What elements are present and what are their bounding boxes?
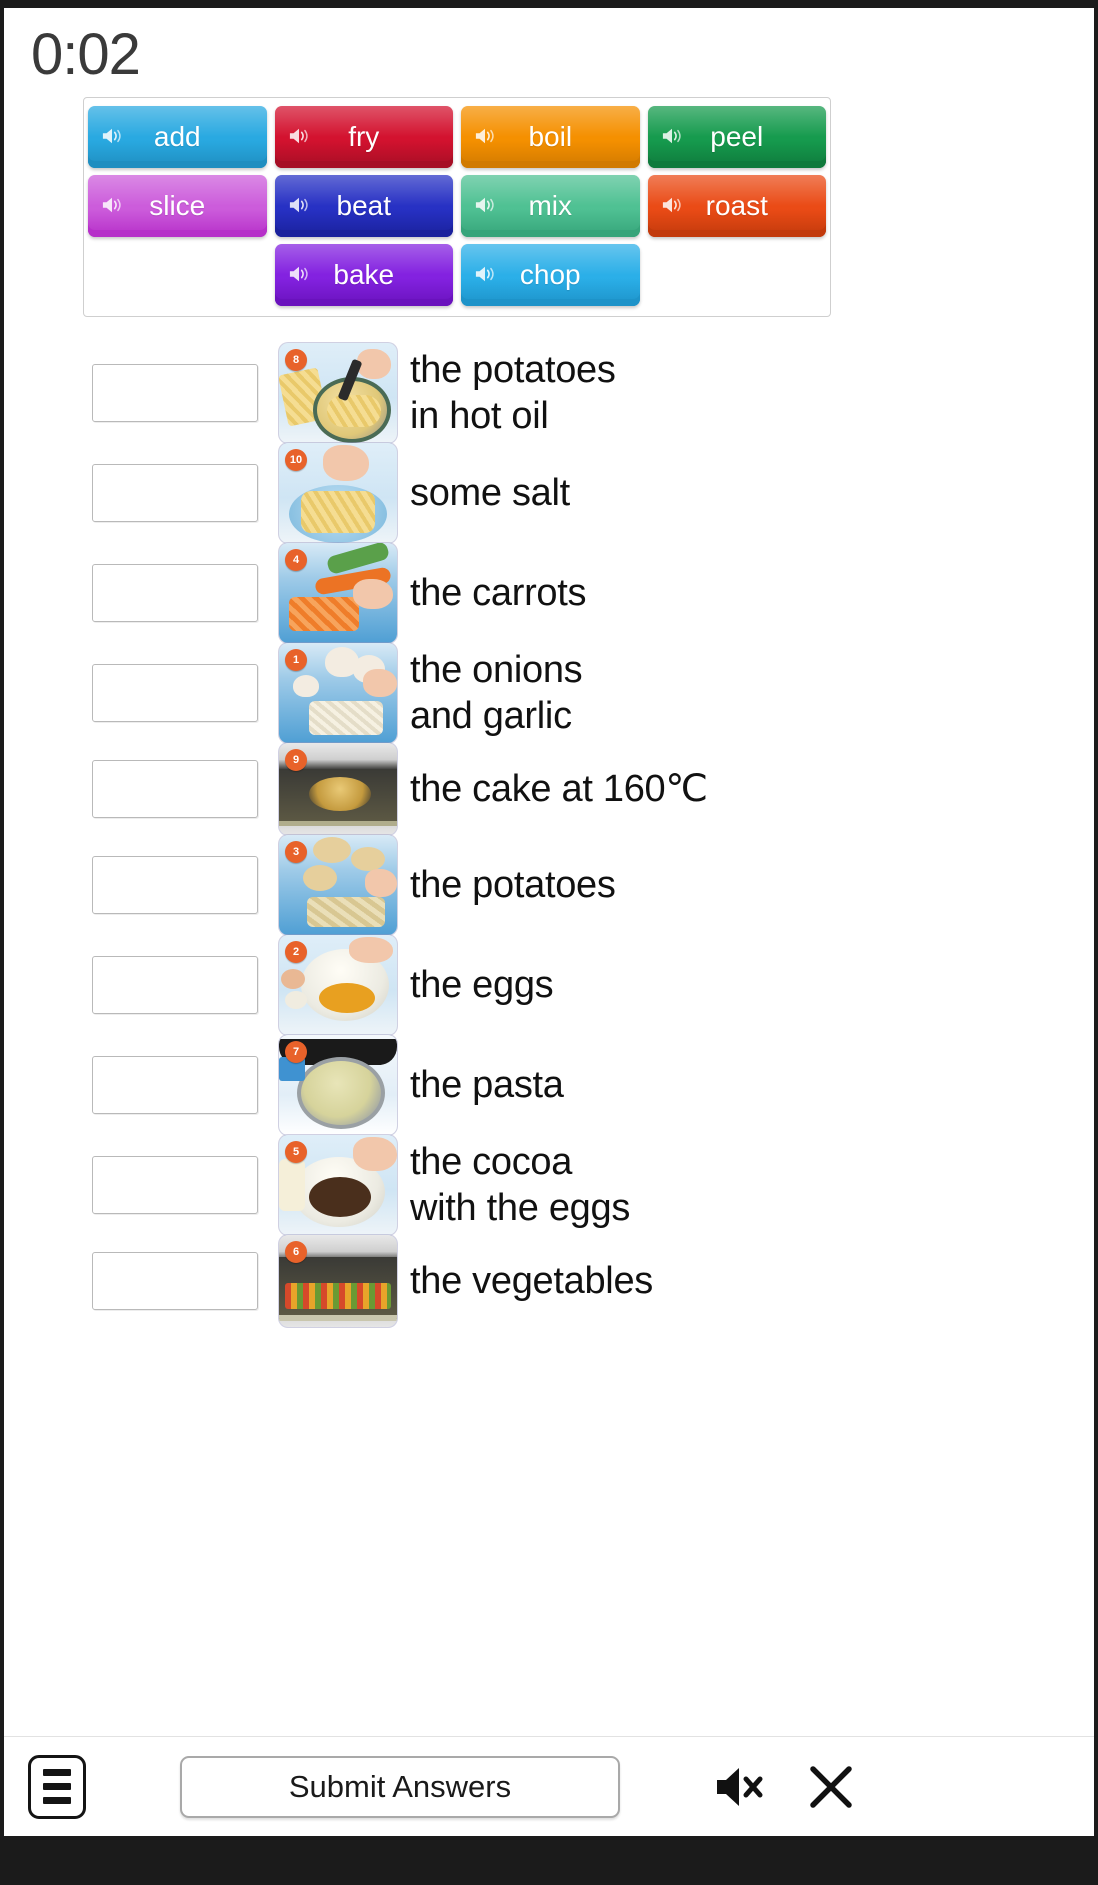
menu-bar-2 bbox=[43, 1783, 71, 1790]
step-number-badge: 2 bbox=[285, 941, 307, 963]
phrase-text: the vegetables bbox=[410, 1260, 653, 1302]
word-button-label: fry bbox=[348, 121, 380, 152]
exercise-row: 9 the cake at 160℃ bbox=[4, 743, 1094, 835]
phrase-text: the cake at 160℃ bbox=[410, 768, 708, 810]
word-button-label: peel bbox=[710, 121, 764, 152]
word-button-add[interactable]: add bbox=[88, 106, 267, 168]
speaker-icon bbox=[475, 128, 494, 144]
step-number-badge: 3 bbox=[285, 841, 307, 863]
step-number-badge: 4 bbox=[285, 549, 307, 571]
answer-input[interactable] bbox=[92, 1056, 258, 1114]
thumbnail[interactable]: 7 bbox=[279, 1035, 397, 1135]
phrase-text: the eggs bbox=[410, 964, 554, 1006]
word-button-label: bake bbox=[333, 259, 395, 290]
word-button-bake[interactable]: bake bbox=[274, 244, 453, 306]
step-number-badge: 1 bbox=[285, 649, 307, 671]
speaker-icon bbox=[289, 197, 308, 213]
word-button-label: chop bbox=[519, 259, 581, 290]
phrase-text: the pasta bbox=[410, 1064, 564, 1106]
thumbnail[interactable]: 5 bbox=[279, 1135, 397, 1235]
answer-input[interactable] bbox=[92, 464, 258, 522]
exercise-row: 3 the potatoes bbox=[4, 835, 1094, 935]
menu-bar-1 bbox=[43, 1769, 71, 1776]
app-window: 0:02 add fry boil peel slice beat mix roast bake… bbox=[0, 0, 1098, 1885]
word-button-fry[interactable]: fry bbox=[274, 106, 453, 168]
thumbnail[interactable]: 8 bbox=[279, 343, 397, 443]
answer-input[interactable] bbox=[92, 1252, 258, 1310]
word-button-label: beat bbox=[336, 190, 392, 221]
answer-input[interactable] bbox=[92, 564, 258, 622]
word-button-slice[interactable]: slice bbox=[88, 175, 267, 237]
exercise-row: 2 the eggs bbox=[4, 935, 1094, 1035]
word-button-mix[interactable]: mix bbox=[461, 175, 640, 237]
speaker-icon bbox=[102, 128, 121, 144]
step-number-badge: 8 bbox=[285, 349, 307, 371]
thumbnail[interactable]: 6 bbox=[279, 1235, 397, 1327]
exercise-row: 7 the pasta bbox=[4, 1035, 1094, 1135]
phrase-text: the cocoa with the eggs bbox=[410, 1141, 631, 1229]
step-number-badge: 5 bbox=[285, 1141, 307, 1163]
speaker-icon bbox=[289, 266, 308, 282]
menu-bar-3 bbox=[43, 1797, 71, 1804]
speaker-icon bbox=[102, 197, 121, 213]
word-button-roast[interactable]: roast bbox=[647, 175, 826, 237]
exercise-row: 4 the carrots bbox=[4, 543, 1094, 643]
step-number-badge: 6 bbox=[285, 1241, 307, 1263]
word-button-label: add bbox=[153, 121, 201, 152]
word-button-label: mix bbox=[528, 190, 573, 221]
answer-input[interactable] bbox=[92, 760, 258, 818]
answer-input[interactable] bbox=[92, 364, 258, 422]
thumbnail[interactable]: 3 bbox=[279, 835, 397, 935]
submit-answers-button[interactable]: Submit Answers bbox=[180, 1755, 620, 1818]
word-button-label: roast bbox=[705, 190, 768, 221]
step-number-badge: 10 bbox=[285, 449, 307, 471]
speaker-icon bbox=[475, 266, 494, 282]
speaker-muted-icon[interactable] bbox=[706, 1756, 772, 1818]
word-bank-row: bake chop bbox=[88, 244, 826, 306]
exercise-row: 1 the onions and garlic bbox=[4, 643, 1094, 743]
speaker-icon bbox=[475, 197, 494, 213]
exercise-viewport: 0:02 add fry boil peel slice beat mix roast bake… bbox=[4, 8, 1094, 1836]
word-bank-row: add fry boil peel bbox=[88, 106, 826, 168]
answer-input[interactable] bbox=[92, 664, 258, 722]
exercise-row: 5 the cocoa with the eggs bbox=[4, 1135, 1094, 1235]
word-bank-row: slice beat mix roast bbox=[88, 175, 826, 237]
speaker-icon bbox=[662, 197, 681, 213]
hamburger-menu-icon[interactable] bbox=[28, 1754, 86, 1819]
bottom-toolbar: Submit Answers bbox=[4, 1736, 1094, 1836]
word-bank: add fry boil peel slice beat mix roast bake chop bbox=[83, 97, 831, 317]
word-button-boil[interactable]: boil bbox=[461, 106, 640, 168]
phrase-text: some salt bbox=[410, 472, 570, 514]
answer-input[interactable] bbox=[92, 856, 258, 914]
word-bank-spacer bbox=[648, 244, 827, 306]
thumbnail[interactable]: 10 bbox=[279, 443, 397, 543]
phrase-text: the potatoes bbox=[410, 864, 616, 906]
word-button-beat[interactable]: beat bbox=[274, 175, 453, 237]
exercise-row: 8 the potatoes in hot oil bbox=[4, 343, 1094, 443]
thumbnail[interactable]: 2 bbox=[279, 935, 397, 1035]
word-button-peel[interactable]: peel bbox=[647, 106, 826, 168]
answer-input[interactable] bbox=[92, 1156, 258, 1214]
word-bank-spacer bbox=[88, 244, 267, 306]
timer: 0:02 bbox=[31, 22, 141, 87]
phrase-text: the carrots bbox=[410, 572, 587, 614]
phrase-text: the potatoes in hot oil bbox=[410, 349, 616, 437]
thumbnail[interactable]: 4 bbox=[279, 543, 397, 643]
phrase-text: the onions and garlic bbox=[410, 649, 583, 737]
answer-input[interactable] bbox=[92, 956, 258, 1014]
exercise-row: 6 the vegetables bbox=[4, 1235, 1094, 1327]
word-button-label: boil bbox=[528, 121, 573, 152]
step-number-badge: 9 bbox=[285, 749, 307, 771]
speaker-icon bbox=[289, 128, 308, 144]
word-button-chop[interactable]: chop bbox=[461, 244, 640, 306]
exercise-list: 8 the potatoes in hot oil 10 some salt 4 the c… bbox=[4, 343, 1094, 1327]
thumbnail[interactable]: 9 bbox=[279, 743, 397, 835]
thumbnail[interactable]: 1 bbox=[279, 643, 397, 743]
exercise-row: 10 some salt bbox=[4, 443, 1094, 543]
close-x-icon[interactable] bbox=[800, 1756, 862, 1818]
step-number-badge: 7 bbox=[285, 1041, 307, 1063]
speaker-icon bbox=[662, 128, 681, 144]
word-button-label: slice bbox=[149, 190, 206, 221]
